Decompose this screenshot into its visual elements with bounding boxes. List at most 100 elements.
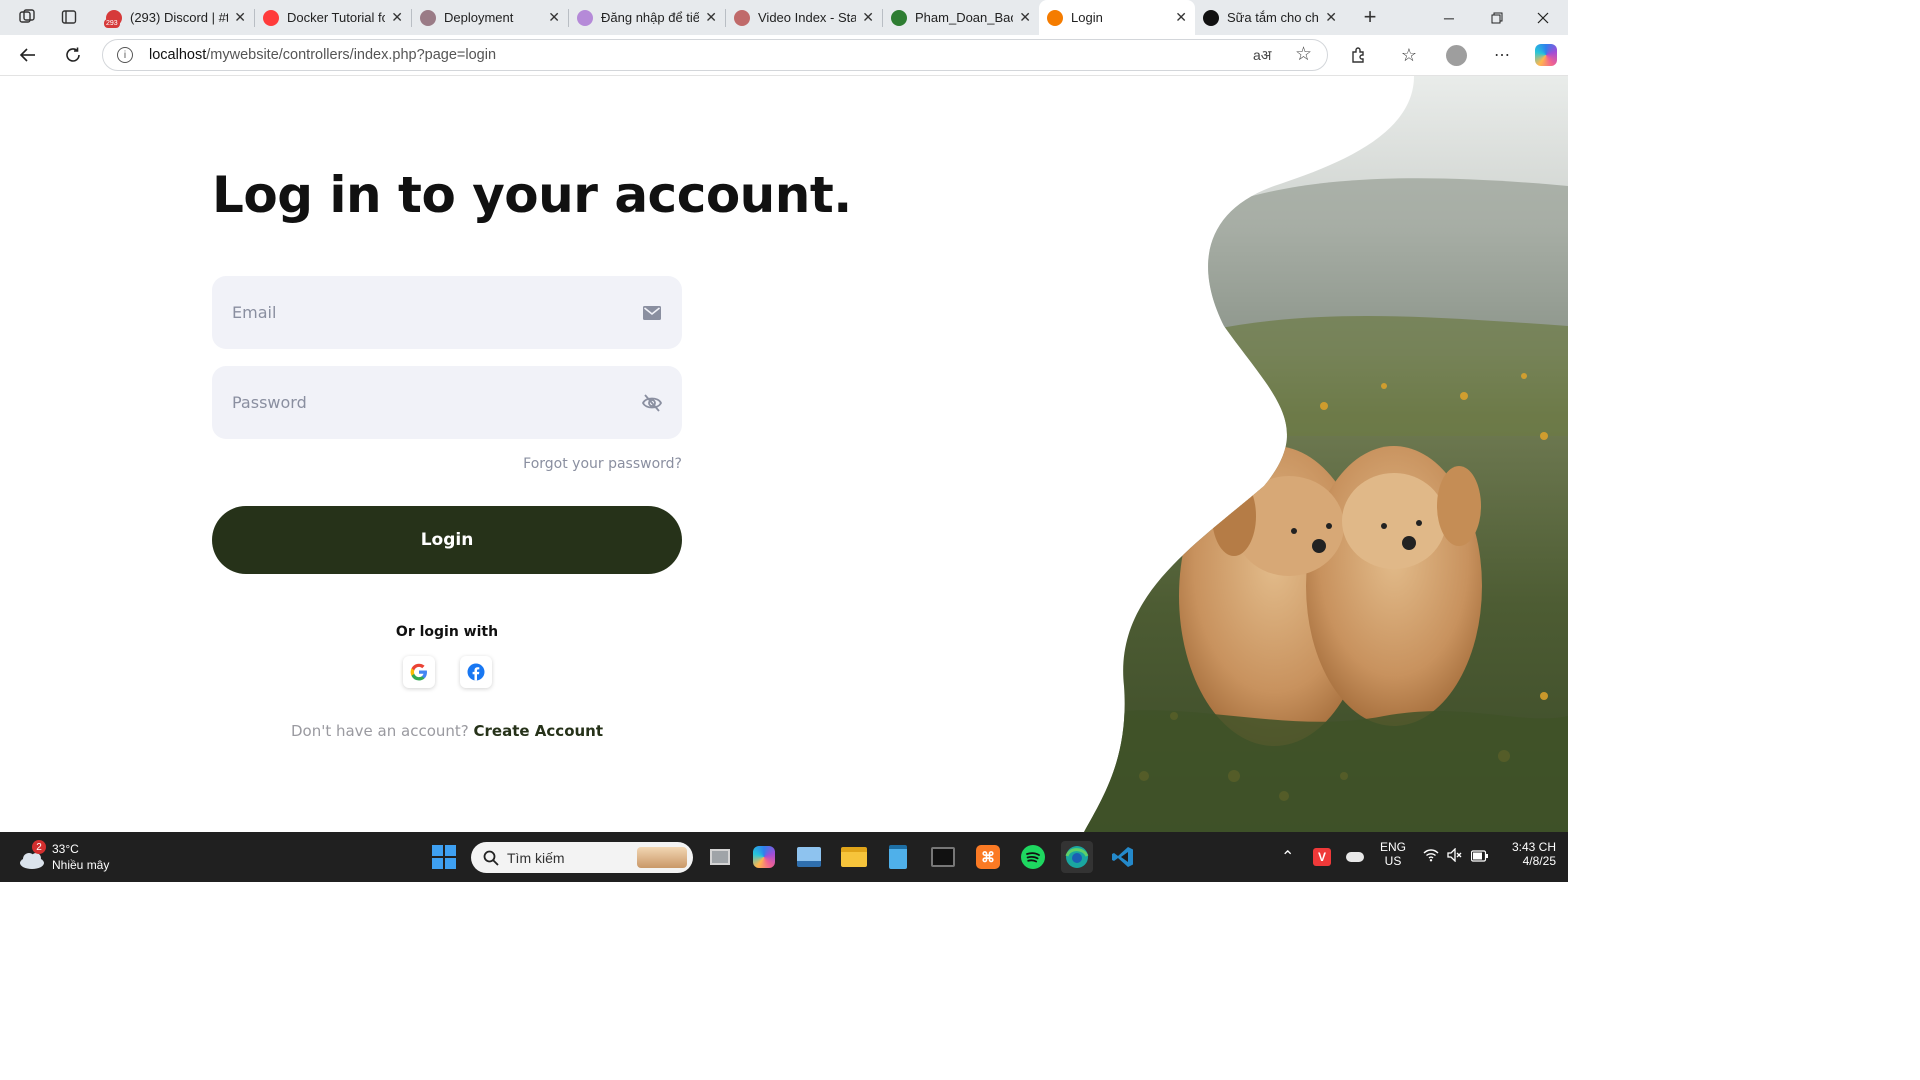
weather-widget[interactable]: 2 33°C Nhiều mây (16, 838, 126, 876)
address-input[interactable]: i localhost/mywebsite/controllers/index.… (102, 39, 1328, 71)
google-icon (410, 663, 427, 681)
page-title: Log in to your account. (212, 166, 852, 224)
favorite-star-icon[interactable]: ☆ (1295, 43, 1312, 66)
browser-tab[interactable]: Pham_Doan_Bao_ ✕ (883, 0, 1039, 35)
workspaces-icon[interactable] (13, 3, 41, 31)
new-tab-icon[interactable]: + (1356, 3, 1384, 31)
signup-prompt: Don't have an account? Create Account (212, 722, 682, 740)
close-window-icon[interactable] (1520, 0, 1566, 35)
taskbar-search[interactable]: Tìm kiếm (471, 842, 693, 873)
url-path: /mywebsite/controllers/index.php?page=lo… (206, 47, 497, 63)
tab-title: Sữa tắm cho chó (1227, 10, 1320, 25)
browser-tab[interactable]: Docker Tutorial fo ✕ (255, 0, 411, 35)
tab-favicon-icon (263, 9, 279, 26)
reload-icon[interactable] (55, 39, 91, 71)
tab-title: (293) Discord | #t (130, 10, 229, 25)
tab-title: Login (1071, 10, 1103, 25)
lang-line1: ENG (1379, 840, 1406, 854)
profile-avatar[interactable] (1446, 45, 1467, 66)
tab-close-icon[interactable]: ✕ (862, 9, 874, 26)
address-toolbar: i localhost/mywebsite/controllers/index.… (0, 35, 1568, 76)
favorites-icon[interactable]: ☆ (1391, 39, 1427, 71)
no-account-text: Don't have an account? (290, 722, 469, 740)
minimize-icon[interactable]: ─ (1426, 0, 1472, 35)
weather-desc: Nhiều mây (52, 858, 110, 872)
wifi-icon[interactable] (1423, 848, 1439, 865)
spotify-icon[interactable] (1017, 841, 1049, 873)
file-explorer-icon[interactable] (838, 841, 870, 873)
terminal-icon[interactable] (927, 841, 959, 873)
browser-tab[interactable]: Video Index - Sta ✕ (726, 0, 882, 35)
tab-favicon-icon (1047, 9, 1063, 26)
tab-close-icon[interactable]: ✕ (705, 9, 717, 26)
extensions-icon[interactable] (1341, 39, 1377, 71)
email-input[interactable] (232, 303, 642, 322)
weather-badge: 2 (32, 840, 46, 854)
tab-close-icon[interactable]: ✕ (391, 9, 403, 26)
volume-muted-icon[interactable] (1447, 847, 1463, 867)
tab-title: Deployment (444, 10, 514, 25)
restore-icon[interactable] (1474, 0, 1520, 35)
show-hidden-icons[interactable]: ⌃ (1281, 847, 1294, 867)
edge-browser-icon[interactable] (1061, 841, 1093, 873)
site-info-icon[interactable]: i (117, 47, 133, 63)
clock-date: 4/8/25 (1522, 854, 1556, 868)
xampp-icon[interactable]: ⌘ (972, 841, 1004, 873)
tab-title: Đăng nhập để tiế (601, 10, 700, 25)
eye-off-icon[interactable] (642, 393, 662, 413)
tab-title: Docker Tutorial fo (287, 10, 386, 25)
browser-tab[interactable]: Đăng nhập để tiế ✕ (569, 0, 725, 35)
copilot-icon[interactable] (1535, 44, 1557, 66)
tab-close-icon[interactable]: ✕ (1325, 9, 1337, 26)
translate-icon[interactable]: aअ (1253, 46, 1271, 65)
facebook-login-button[interactable] (460, 656, 492, 688)
lang-line2: US (1384, 854, 1402, 868)
tab-title: Pham_Doan_Bao_ (915, 10, 1013, 25)
browser-tab[interactable]: (293) Discord | #t ✕ 293 (98, 0, 254, 35)
windows-taskbar: 2 33°C Nhiều mây Tìm kiếm ⌘ ⌃ V ENG US 3… (0, 832, 1568, 882)
windows-logo-icon (432, 845, 456, 869)
search-highlight-image (637, 847, 687, 868)
google-login-button[interactable] (403, 656, 435, 688)
notepad-icon[interactable] (882, 841, 914, 873)
task-view-icon[interactable] (704, 841, 736, 873)
login-button[interactable]: Login (212, 506, 682, 574)
tab-favicon-icon (1203, 9, 1219, 26)
tab-close-icon[interactable]: ✕ (548, 9, 560, 26)
weather-temp: 33°C (52, 842, 79, 856)
tab-favicon-icon (577, 9, 593, 26)
password-input[interactable] (232, 393, 642, 412)
browser-tab[interactable]: Sữa tắm cho chó ✕ (1195, 0, 1345, 35)
tab-favicon-icon (891, 9, 907, 26)
tab-close-icon[interactable]: ✕ (1175, 9, 1187, 26)
tab-close-icon[interactable]: ✕ (234, 9, 246, 26)
browser-tab[interactable]: Deployment ✕ (412, 0, 568, 35)
search-label: Tìm kiếm (507, 849, 565, 866)
tab-favicon-icon (734, 9, 750, 26)
battery-icon[interactable] (1470, 849, 1489, 867)
tab-title: Video Index - Sta (758, 10, 857, 25)
start-button[interactable] (428, 841, 460, 873)
language-indicator[interactable]: ENG US (1376, 840, 1410, 874)
clock[interactable]: 3:43 CH 4/8/25 (1500, 840, 1556, 868)
url-host: localhost (149, 47, 207, 63)
envelope-icon (642, 303, 662, 323)
email-field (212, 276, 682, 349)
create-account-link[interactable]: Create Account (474, 722, 604, 740)
tab-close-icon[interactable]: ✕ (1019, 9, 1031, 26)
vivaldi-tray-icon[interactable]: V (1306, 841, 1338, 873)
browser-tab[interactable]: Login ✕ (1039, 0, 1195, 35)
onedrive-icon[interactable] (1339, 841, 1371, 873)
browser-tab-bar: (293) Discord | #t ✕ 293 Docker Tutorial fo… (0, 0, 1568, 35)
forgot-password-link[interactable]: Forgot your password? (212, 456, 682, 472)
page-viewport: Log in to your account. Forgot your pass… (4, 76, 1568, 832)
tab-actions-icon[interactable] (55, 3, 83, 31)
tab-favicon-icon (420, 9, 436, 26)
copilot-app-icon[interactable] (748, 841, 780, 873)
vscode-icon[interactable] (1107, 841, 1139, 873)
tab-badge: 293 (104, 19, 120, 28)
photos-app-icon[interactable] (793, 841, 825, 873)
back-icon[interactable] (10, 39, 46, 71)
password-field (212, 366, 682, 439)
more-menu-icon[interactable]: ⋯ (1484, 39, 1520, 71)
